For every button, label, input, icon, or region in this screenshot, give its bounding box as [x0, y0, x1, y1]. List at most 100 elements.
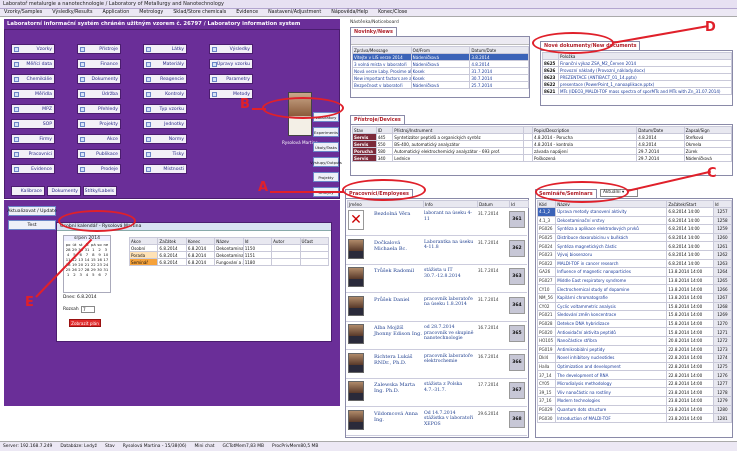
table-row[interactable]: PG030 Introduction of MALDI-TOF 23.8.2014 …: [536, 413, 733, 423]
side-button[interactable]: Úkoly/Tasks: [313, 142, 339, 152]
table-row[interactable]: 8623 PREZENTACE (ANTIBACT_01_14.pptx): [542, 73, 732, 81]
nav-button[interactable]: Pracovníci: [11, 149, 55, 159]
table-row[interactable]: 37_16 Modern technologies 23.8.2014 14:00 1…: [536, 396, 733, 406]
nav-button[interactable]: Reagencie: [143, 74, 187, 84]
column-header[interactable]: Konec: [185, 237, 216, 245]
nav-button[interactable]: Parametry: [209, 74, 253, 84]
nav-button[interactable]: Akce: [77, 134, 121, 144]
table-row[interactable]: Bezpečnost v laboratoři Nádeníčková 25.7.2…: [352, 81, 529, 89]
tab-news[interactable]: Novinky/News: [350, 27, 397, 36]
nav-button[interactable]: Chemikálie: [11, 74, 55, 84]
column-header[interactable]: Účast: [299, 237, 330, 245]
table-row[interactable]: Servis 445 Syntetizátor peptidů a organick…: [352, 133, 733, 141]
table-row[interactable]: CY02 Cyclic voltammetric analysis 15.8.201…: [536, 301, 733, 312]
table-row[interactable]: PG029 Quantum dots structure 23.8.2014 14:…: [536, 404, 733, 415]
range-input[interactable]: 7: [81, 306, 95, 313]
menu-item[interactable]: Výsledky/Results: [52, 10, 92, 15]
table-row[interactable]: Servis 550 BS-400, automatický analyzátor 4…: [352, 140, 733, 148]
nav-button[interactable]: Vzorky: [11, 44, 55, 54]
table-row[interactable]: Nová verze Laby. Prosíme aktualizovatKos…: [352, 67, 529, 75]
table-row[interactable]: Porada6.8.20146.8.2014Dekontaminační hod…: [128, 251, 330, 259]
column-header[interactable]: Id: [242, 237, 273, 245]
nav-button[interactable]: Publikace: [77, 149, 121, 159]
table-row[interactable]: 39_15 Vliv nanočástic na rostliny 23.8.201…: [536, 387, 733, 398]
table-row[interactable]: Seminář6.8.20146.8.2014Fungování a aplik…: [128, 258, 330, 266]
column-header[interactable]: ID: [375, 126, 394, 134]
table-row[interactable]: PG023 Vývoj biosenzoru 6.8.2014 14:00 1262: [536, 249, 733, 260]
column-header[interactable]: Jméno: [347, 200, 424, 208]
nav-button[interactable]: SOP: [11, 119, 55, 129]
column-header[interactable]: Zpráva/Message: [352, 46, 412, 54]
table-row[interactable]: 8626 Provozní náklady (Provozní_náklady.d…: [542, 66, 732, 74]
column-header[interactable]: Od/From: [410, 46, 471, 54]
table-row[interactable]: New important factors are availableKosek…: [352, 74, 529, 82]
column-header[interactable]: Zapsal/Sign: [683, 126, 733, 134]
menu-item[interactable]: Nastavení/Adjustment: [268, 10, 321, 15]
nav-button[interactable]: Jednotky: [143, 119, 187, 129]
column-header[interactable]: Id: [712, 200, 733, 208]
bottom-nav-button[interactable]: Štítky/Labels: [83, 186, 117, 196]
table-row[interactable]: NM_56 Kapilární chromatografie 13.8.2014 1…: [536, 292, 733, 303]
table-row[interactable]: 3 volná místa v laboratoři Nádeníčková 4.8…: [352, 60, 529, 68]
employee-row[interactable]: Zalewska Marta Ing. Ph.D. stážista z Pols…: [346, 379, 527, 407]
table-row[interactable]: Osobní6.8.20146.8.2014Dekontaminační vrs…: [128, 244, 330, 252]
nav-button[interactable]: Evidence: [11, 164, 55, 174]
nav-button[interactable]: MPZ: [11, 104, 55, 114]
side-button[interactable]: Projekty: [313, 172, 339, 182]
nav-button[interactable]: Místnosti: [143, 164, 187, 174]
menu-item[interactable]: Konec/Close: [378, 10, 407, 15]
nav-button[interactable]: Tisky: [143, 149, 187, 159]
nav-button[interactable]: Údržba: [77, 89, 121, 99]
column-header[interactable]: Stav: [352, 126, 377, 134]
employee-row[interactable]: Průšek Daniel pracovník laboratoře na úse…: [346, 294, 527, 322]
nav-button[interactable]: Kontroly: [143, 89, 187, 99]
table-row[interactable]: PG019 Antimikrobiální peptidy 22.8.2014 14…: [536, 344, 733, 355]
test-button[interactable]: Test: [8, 220, 56, 230]
column-header[interactable]: Přístroj/Instrument: [392, 126, 524, 134]
column-header[interactable]: Autor: [271, 237, 301, 245]
table-row[interactable]: 4.1_3 Dekontaminační vrstvy 6.8.2014 14:00…: [536, 215, 733, 226]
table-row[interactable]: PG026 Syntéza a aplikace elektrodových pr…: [536, 224, 733, 234]
column-header[interactable]: [522, 126, 534, 134]
table-row[interactable]: PG025 Distribuce doxorubicinu v buňkách 6.…: [536, 232, 733, 243]
nav-button[interactable]: Výsledky: [209, 44, 253, 54]
table-row[interactable]: 8625 Finanční výkaz ZSA_M2_Červen 2014: [542, 59, 732, 67]
table-row[interactable]: PG021 Sledování změn koncentrace 15.8.2014…: [536, 310, 733, 320]
employee-row[interactable]: ✕ Bezdolná Věra laborant na úseku 4-11 31.7…: [346, 208, 527, 236]
nav-button[interactable]: Typ vzorku: [143, 104, 187, 114]
side-button[interactable]: Experiments: [313, 127, 339, 137]
employee-row[interactable]: Trůšek Radomil stážista u IT 30.7.-12.8.2…: [346, 265, 527, 293]
column-header[interactable]: Id: [509, 200, 529, 208]
menu-item[interactable]: Vzorky/Samples: [4, 10, 42, 15]
column-header[interactable]: Popis/Description: [532, 126, 638, 134]
table-row[interactable]: PG020 Antioxidační aktivita peptidů 15.8.2…: [536, 327, 733, 337]
update-button[interactable]: Aktualizovat / Update: [7, 206, 57, 216]
table-row[interactable]: Vítejte v LIS verze 2014 Nádeníčková 3.8.2…: [352, 53, 529, 61]
nav-button[interactable]: Úpravy vzorku: [209, 59, 253, 69]
employee-row[interactable]: Richtera Lukáš RNDr., Ph.D. pracovník lab…: [346, 351, 527, 379]
nav-button[interactable]: Firmy: [11, 134, 55, 144]
table-row[interactable]: GA26 Influence of magnetic nanoparticles 1…: [536, 267, 733, 277]
menu-item[interactable]: Evidence: [236, 10, 258, 15]
menu-item[interactable]: Application: [102, 10, 129, 15]
nav-button[interactable]: Prodeje: [77, 164, 121, 174]
menu-item[interactable]: Nápověda/Help: [331, 10, 368, 15]
column-header[interactable]: Název: [214, 237, 244, 245]
table-row[interactable]: HO105 Nanočástice stříbra 20.8.2014 14:00 1…: [536, 335, 733, 346]
nav-button[interactable]: Finance: [77, 59, 121, 69]
bottom-nav-button[interactable]: Kalibrace: [11, 186, 45, 196]
nav-button[interactable]: Materiály: [143, 59, 187, 69]
table-row[interactable]: PG028 Detekce DNA hybridizace 15.8.2014 14…: [536, 318, 733, 329]
column-header[interactable]: Datum/Date: [469, 46, 529, 54]
show-plan-button[interactable]: Zobrazit plán: [69, 319, 101, 327]
table-row[interactable]: Servis 340 Lednice Poškozená 29.7.2014 Nádení…: [352, 154, 733, 162]
column-header[interactable]: Začátek: [157, 237, 187, 245]
table-row[interactable]: PG027 Middle East respiratory syndrome 13.…: [536, 275, 733, 286]
table-row[interactable]: 8622 presentace (PowerPoint_1_nanoaplikac…: [542, 80, 732, 88]
table-row[interactable]: 4.1_2 Úprava metody stanovení aktivity 6.8…: [536, 207, 733, 217]
employee-row[interactable]: Dočkalová Michaela Bc. Laborantka na úsek…: [346, 237, 527, 265]
menu-item[interactable]: Metrology: [139, 10, 163, 15]
nav-button[interactable]: Látky: [143, 44, 187, 54]
bottom-nav-button[interactable]: Dokumenty: [47, 186, 81, 196]
column-header[interactable]: Datum/Date: [636, 126, 685, 134]
